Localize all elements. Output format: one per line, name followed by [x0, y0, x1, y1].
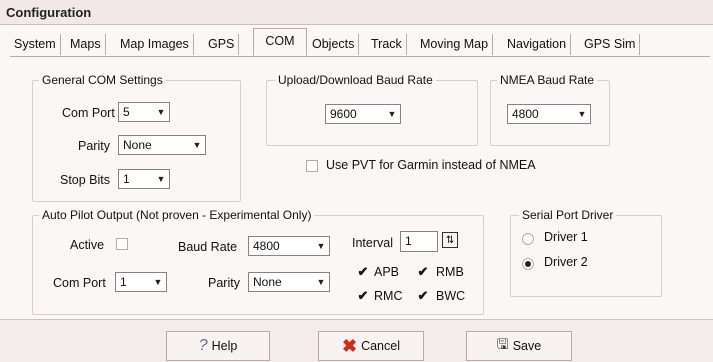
- ap-com-port-select[interactable]: 1 ▼: [115, 272, 167, 292]
- autopilot-baud-select[interactable]: 4800 ▼: [248, 236, 330, 256]
- interval-spinner-icon[interactable]: ⇅: [442, 232, 458, 248]
- tab-system[interactable]: System: [10, 34, 61, 55]
- chevron-down-icon: ▼: [316, 241, 326, 251]
- tab-strip: System Maps Map Images GPS COM Objects T…: [10, 26, 710, 57]
- tab-map-images[interactable]: Map Images: [116, 34, 194, 55]
- disk-icon: 🖫: [496, 336, 509, 352]
- parity-select[interactable]: None ▼: [118, 135, 206, 155]
- chevron-down-icon: ▼: [192, 140, 202, 150]
- pvt-label: Use PVT for Garmin instead of NMEA: [326, 158, 536, 172]
- apb-label: APB: [374, 265, 400, 279]
- window-title: Configuration: [6, 5, 92, 20]
- chevron-down-icon: ▼: [387, 109, 397, 119]
- driver1-radio[interactable]: [522, 233, 534, 245]
- chevron-down-icon: ▼: [156, 174, 166, 184]
- chevron-down-icon: ▼: [577, 109, 587, 119]
- tab-navigation[interactable]: Navigation: [503, 34, 572, 55]
- rmb-label: RMB: [436, 265, 464, 279]
- tab-maps[interactable]: Maps: [66, 34, 106, 55]
- help-button[interactable]: ? Help: [166, 331, 270, 361]
- tab-moving-map[interactable]: Moving Map: [416, 34, 494, 55]
- parity-label: Parity: [78, 139, 110, 153]
- tab-gps-sim[interactable]: GPS Sim: [580, 34, 641, 55]
- help-label: Help: [211, 339, 238, 353]
- x-icon: ✖: [341, 335, 358, 356]
- ap-com-port-label: Com Port: [53, 276, 106, 290]
- chevron-down-icon: ▼: [316, 277, 326, 287]
- baud-rate-label: Baud Rate: [178, 240, 238, 254]
- title-bar: Configuration: [0, 0, 713, 25]
- cancel-button[interactable]: ✖ Cancel: [318, 331, 424, 361]
- upload-baud-select[interactable]: 9600 ▼: [325, 104, 401, 124]
- pvt-checkbox[interactable]: [306, 160, 318, 172]
- com-port-select[interactable]: 5 ▼: [118, 102, 170, 122]
- active-checkbox[interactable]: [116, 238, 128, 250]
- chevron-down-icon: ▼: [153, 277, 163, 287]
- tab-objects[interactable]: Objects: [308, 34, 360, 55]
- upload-baud-legend: Upload/Download Baud Rate: [275, 73, 436, 87]
- tab-com[interactable]: COM: [253, 28, 307, 56]
- interval-label: Interval: [352, 236, 393, 250]
- ap-parity-label: Parity: [208, 276, 240, 290]
- nmea-baud-legend: NMEA Baud Rate: [497, 73, 598, 87]
- serial-driver-legend: Serial Port Driver: [519, 208, 617, 222]
- save-button[interactable]: 🖫 Save: [466, 331, 572, 361]
- tab-gps[interactable]: GPS: [204, 34, 240, 55]
- rmc-checkbox[interactable]: ✔: [357, 289, 369, 302]
- rmc-label: RMC: [374, 289, 403, 303]
- com-port-label: Com Port: [62, 106, 115, 120]
- nmea-baud-select[interactable]: 4800 ▼: [507, 104, 591, 124]
- stop-bits-select[interactable]: 1 ▼: [118, 169, 170, 189]
- rmb-checkbox[interactable]: ✔: [417, 265, 429, 278]
- bwc-checkbox[interactable]: ✔: [417, 289, 429, 302]
- question-icon: ?: [198, 337, 208, 354]
- stop-bits-label: Stop Bits: [60, 173, 111, 187]
- chevron-down-icon: ▼: [156, 107, 166, 117]
- active-label: Active: [70, 238, 105, 252]
- tab-track[interactable]: Track: [367, 34, 407, 55]
- cancel-label: Cancel: [361, 339, 400, 353]
- ap-parity-select[interactable]: None ▼: [248, 272, 330, 292]
- apb-checkbox[interactable]: ✔: [357, 265, 369, 278]
- autopilot-legend: Auto Pilot Output (Not proven - Experime…: [39, 208, 315, 222]
- driver2-radio[interactable]: [522, 258, 534, 270]
- driver2-label: Driver 2: [544, 255, 588, 269]
- interval-input[interactable]: 1: [400, 231, 438, 252]
- save-label: Save: [512, 339, 542, 353]
- general-com-legend: General COM Settings: [39, 73, 166, 87]
- bwc-label: BWC: [436, 289, 466, 303]
- driver1-label: Driver 1: [544, 230, 588, 244]
